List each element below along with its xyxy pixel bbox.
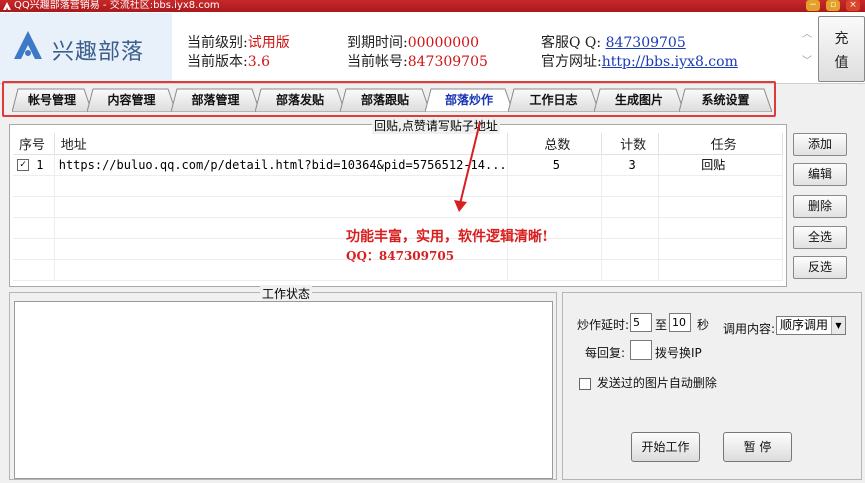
- per-reply-input[interactable]: [630, 340, 652, 360]
- delay-to-input[interactable]: 10: [669, 313, 691, 332]
- app-icon: [3, 2, 11, 10]
- account-info: 当前帐号:847309705: [347, 54, 488, 70]
- annotation-qq: QQ：847309705: [346, 249, 455, 263]
- expire-info: 到期时间:00000000: [347, 35, 479, 51]
- close-button[interactable]: ×: [846, 0, 860, 11]
- pause-button[interactable]: 暂 停: [723, 432, 792, 462]
- call-content-select[interactable]: 顺序调用 ▼: [776, 316, 846, 335]
- restore-button[interactable]: ▫: [826, 0, 840, 11]
- expire-value: 00000000: [407, 35, 479, 51]
- table-row[interactable]: ✓ 1 https://buluo.qq.com/p/detail.html?bi…: [13, 154, 783, 176]
- site-info: 官方网址:http://bbs.iyx8.com: [541, 54, 738, 70]
- level-info: 当前级别:试用版: [187, 35, 290, 51]
- edit-button[interactable]: 编辑: [793, 163, 847, 186]
- col-index[interactable]: 序号: [13, 133, 55, 155]
- row-index-cell[interactable]: ✓ 1: [13, 154, 55, 176]
- per-reply-label: 每回复:: [585, 346, 626, 360]
- row-checkbox[interactable]: ✓: [17, 159, 29, 171]
- delete-button[interactable]: 删除: [793, 195, 847, 218]
- level-value: 试用版: [247, 35, 290, 51]
- annotation-arrow-icon: [454, 121, 481, 212]
- logo-text: 兴趣部落: [52, 40, 145, 65]
- start-work-button[interactable]: 开始工作: [631, 432, 700, 462]
- row-total-cell: 5: [507, 154, 603, 176]
- chevron-up-icon[interactable]: ︿: [800, 25, 814, 40]
- window-title: QQ兴趣部落营销易 - 交流社区:bbs.iyx8.com: [14, 0, 220, 11]
- dropdown-arrow-icon[interactable]: ▼: [831, 317, 845, 334]
- delay-from-input[interactable]: 5: [630, 313, 652, 332]
- col-total[interactable]: 总数: [507, 133, 603, 155]
- tab-highlight-box: [2, 81, 776, 117]
- version-info: 当前版本:3.6: [187, 54, 270, 70]
- empty-row: [13, 175, 783, 197]
- status-log-area[interactable]: [14, 301, 553, 479]
- status-caption: 工作状态: [260, 285, 313, 302]
- auto-delete-checkbox[interactable]: 发送过的图片自动删除: [579, 374, 717, 391]
- table-header-row: 序号 地址 总数 计数 任务: [13, 133, 783, 155]
- col-task[interactable]: 任务: [658, 133, 783, 155]
- row-count-cell: 3: [601, 154, 660, 176]
- add-button[interactable]: 添加: [793, 133, 847, 156]
- auto-delete-label: 发送过的图片自动删除: [596, 376, 717, 390]
- call-content-label: 调用内容:: [723, 322, 776, 336]
- version-value: 3.6: [247, 54, 270, 70]
- col-count[interactable]: 计数: [601, 133, 660, 155]
- service-qq-link[interactable]: 847309705: [606, 35, 686, 51]
- delay-label: 炒作延时:: [577, 318, 630, 332]
- select-all-button[interactable]: 全选: [793, 226, 847, 249]
- delay-unit-label: 秒: [697, 318, 710, 332]
- empty-row: [13, 196, 783, 218]
- account-value: 847309705: [407, 54, 488, 70]
- title-bar: QQ兴趣部落营销易 - 交流社区:bbs.iyx8.com − ▫ ×: [0, 0, 865, 12]
- minimize-button[interactable]: −: [806, 0, 820, 11]
- service-qq-info: 客服Q Q: 847309705: [541, 35, 686, 51]
- checkbox-icon[interactable]: [579, 377, 591, 390]
- chevron-down-icon[interactable]: ﹀: [800, 52, 814, 67]
- header-scroll[interactable]: ︿ ﹀: [800, 25, 814, 75]
- annotation-text: 功能丰富，实用，软件逻辑清晰!: [346, 229, 549, 245]
- row-task-cell: 回贴: [658, 154, 783, 176]
- invert-selection-button[interactable]: 反选: [793, 256, 847, 279]
- charge-button[interactable]: 充 值: [818, 16, 865, 82]
- delay-to-label: 至: [655, 318, 668, 332]
- site-link[interactable]: http://bbs.iyx8.com: [602, 54, 738, 70]
- logo-icon: [14, 31, 42, 59]
- dial-ip-label: 拨号换IP: [655, 346, 702, 360]
